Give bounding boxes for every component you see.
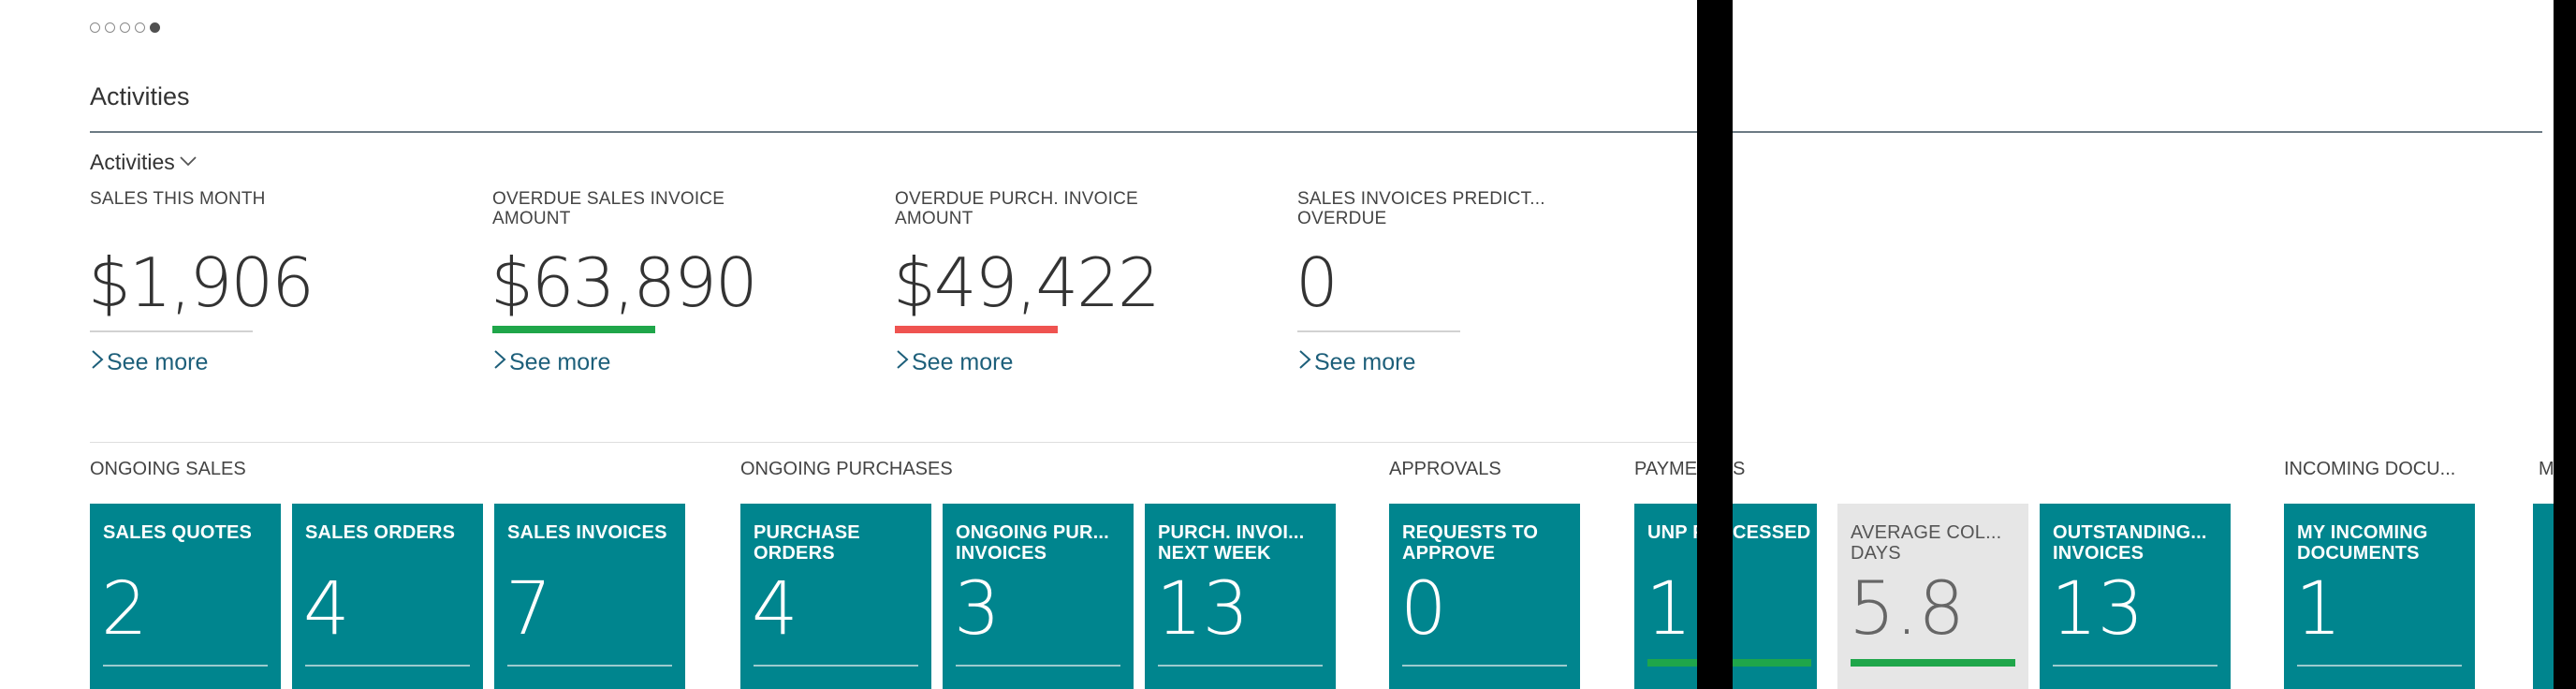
page-dot[interactable] bbox=[90, 22, 100, 33]
tile-unprocessed-payments-tail[interactable]: CESSED ITS bbox=[1733, 504, 1817, 689]
kpi-value[interactable]: 0 bbox=[1295, 249, 1339, 316]
tile-value: 13 bbox=[1156, 567, 1250, 652]
group-label-incoming-documents: INCOMING DOCU... bbox=[2284, 459, 2456, 479]
tile-value: 1 bbox=[2295, 567, 2342, 652]
chevron-down-icon bbox=[179, 152, 198, 173]
tile-underline bbox=[507, 665, 672, 667]
tile-sales-orders[interactable]: SALES ORDERS 4 bbox=[292, 504, 483, 689]
kpi-underline bbox=[90, 330, 253, 332]
kpi-label: OVERDUE PURCH. INVOICE AMOUNT bbox=[895, 189, 1138, 228]
tile-ongoing-purchase-invoices[interactable]: ONGOING PUR... INVOICES 3 bbox=[943, 504, 1134, 689]
kpi-label: OVERDUE SALES INVOICE AMOUNT bbox=[492, 189, 725, 228]
kpi-overdue-purch-invoice[interactable]: OVERDUE PURCH. INVOICE AMOUNT $49,422 Se… bbox=[893, 189, 1194, 386]
tile-value: 1 bbox=[1646, 567, 1692, 652]
tile-indicator-green bbox=[1733, 659, 1811, 667]
tile-underline bbox=[1402, 665, 1567, 667]
tile-underline bbox=[754, 665, 918, 667]
tile-underline bbox=[1158, 665, 1323, 667]
tile-underline bbox=[2053, 665, 2217, 667]
tile-value: 5.8 bbox=[1849, 567, 1966, 652]
kpi-indicator-red bbox=[895, 326, 1058, 333]
page-dot[interactable] bbox=[135, 22, 145, 33]
section-rule-right bbox=[1733, 131, 2542, 133]
tile-indicator-green bbox=[1851, 659, 2015, 667]
tile-value: 2 bbox=[101, 567, 148, 652]
tile-value: 13 bbox=[2051, 567, 2144, 652]
see-more-link[interactable]: See more bbox=[1297, 348, 1415, 377]
tile-unprocessed-payments[interactable]: UNP PAYM 1 bbox=[1634, 504, 1697, 689]
tile-value: 4 bbox=[752, 567, 798, 652]
tile-label: MY INCOMING DOCUMENTS bbox=[2297, 522, 2428, 564]
group-label-ongoing-purchases: ONGOING PURCHASES bbox=[740, 459, 953, 479]
tile-label: SALES QUOTES bbox=[103, 522, 253, 543]
kpi-sales-this-month[interactable]: SALES THIS MONTH $1,906 See more bbox=[88, 189, 389, 386]
tile-outstanding-invoices[interactable]: OUTSTANDING... INVOICES 13 bbox=[2040, 504, 2231, 689]
tile-value: 4 bbox=[303, 567, 350, 652]
group-label-payments: PAYME bbox=[1634, 459, 1698, 479]
tile-label: PURCH. INVOI... NEXT WEEK bbox=[1158, 522, 1305, 564]
kpi-value[interactable]: $1,906 bbox=[88, 249, 315, 316]
chevron-right-icon bbox=[492, 348, 507, 377]
tile-sales-quotes[interactable]: SALES QUOTES 2 bbox=[90, 504, 281, 689]
chevron-right-icon bbox=[1297, 348, 1312, 377]
section-title: Activities bbox=[90, 82, 190, 110]
black-bar-right bbox=[2554, 0, 2576, 689]
tile-label: ONGOING PUR... INVOICES bbox=[956, 522, 1109, 564]
tile-label: SALES INVOICES bbox=[507, 522, 667, 543]
tile-average-collection-days[interactable]: AVERAGE COL... DAYS 5.8 bbox=[1837, 504, 2028, 689]
tile-underline bbox=[2297, 665, 2462, 667]
tile-purch-invoices-next-week[interactable]: PURCH. INVOI... NEXT WEEK 13 bbox=[1145, 504, 1336, 689]
tile-next-partial[interactable] bbox=[2533, 504, 2554, 689]
tile-label: AVERAGE COL... DAYS bbox=[1851, 522, 2002, 564]
tile-requests-to-approve[interactable]: REQUESTS TO APPROVE 0 bbox=[1389, 504, 1580, 689]
chevron-right-icon bbox=[895, 348, 910, 377]
group-label-payments-tail: S bbox=[1733, 459, 1746, 479]
kpi-label: SALES THIS MONTH bbox=[90, 189, 266, 209]
see-more-label: See more bbox=[509, 349, 611, 375]
tile-underline bbox=[305, 665, 470, 667]
see-more-label: See more bbox=[1314, 349, 1416, 375]
black-bar bbox=[1697, 0, 1733, 689]
see-more-label: See more bbox=[107, 349, 209, 375]
page-dot[interactable] bbox=[105, 22, 115, 33]
see-more-link[interactable]: See more bbox=[90, 348, 208, 377]
tile-value: 3 bbox=[954, 567, 1001, 652]
group-label-m: M bbox=[2539, 459, 2554, 479]
kpi-overdue-sales-invoice[interactable]: OVERDUE SALES INVOICE AMOUNT $63,890 See… bbox=[490, 189, 792, 386]
tile-value: 0 bbox=[1400, 567, 1447, 652]
group-label-approvals: APPROVALS bbox=[1389, 459, 1501, 479]
chevron-right-icon bbox=[90, 348, 105, 377]
kpi-underline bbox=[1297, 330, 1460, 332]
tile-underline bbox=[956, 665, 1120, 667]
kpi-label: SALES INVOICES PREDICT... OVERDUE bbox=[1297, 189, 1545, 228]
tile-underline bbox=[103, 665, 268, 667]
tile-label: REQUESTS TO APPROVE bbox=[1402, 522, 1539, 564]
tile-label: CESSED ITS bbox=[1733, 522, 1817, 543]
activities-header-label: Activities bbox=[90, 150, 175, 174]
page-dot[interactable] bbox=[120, 22, 130, 33]
kpi-indicator-green bbox=[492, 326, 655, 333]
tile-purchase-orders[interactable]: PURCHASE ORDERS 4 bbox=[740, 504, 931, 689]
kpi-value[interactable]: $49,422 bbox=[893, 249, 1161, 316]
see-more-link[interactable]: See more bbox=[895, 348, 1013, 377]
see-more-label: See more bbox=[912, 349, 1014, 375]
group-label-ongoing-sales: ONGOING SALES bbox=[90, 459, 246, 479]
kpi-sales-invoices-predicted-overdue[interactable]: SALES INVOICES PREDICT... OVERDUE 0 See … bbox=[1295, 189, 1597, 386]
activities-header[interactable]: Activities bbox=[90, 150, 198, 175]
see-more-link[interactable]: See more bbox=[492, 348, 610, 377]
tile-sales-invoices[interactable]: SALES INVOICES 7 bbox=[494, 504, 685, 689]
tile-indicator-green bbox=[1647, 659, 1697, 667]
tile-label: PURCHASE ORDERS bbox=[754, 522, 860, 564]
page-dot-active[interactable] bbox=[150, 22, 160, 33]
tile-label: UNP PAYM bbox=[1647, 522, 1697, 543]
divider bbox=[90, 442, 1704, 443]
tile-label: SALES ORDERS bbox=[305, 522, 456, 543]
tile-label: OUTSTANDING... INVOICES bbox=[2053, 522, 2207, 564]
section-rule bbox=[90, 131, 1697, 133]
page-indicator[interactable] bbox=[90, 22, 160, 33]
tile-value: 7 bbox=[505, 567, 552, 652]
kpi-value[interactable]: $63,890 bbox=[490, 249, 758, 316]
tile-my-incoming-documents[interactable]: MY INCOMING DOCUMENTS 1 bbox=[2284, 504, 2475, 689]
